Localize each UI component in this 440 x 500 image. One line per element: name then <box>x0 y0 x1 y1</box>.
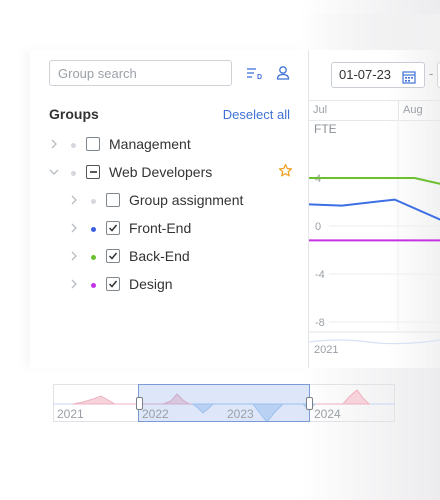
range-handle-right[interactable] <box>305 397 313 410</box>
month-label: Aug <box>403 104 423 116</box>
deselect-all-link[interactable]: Deselect all <box>223 107 290 122</box>
series-line-back-end <box>309 177 440 185</box>
chevron-down-icon[interactable] <box>49 167 59 179</box>
timeline-navigator[interactable]: 2021 2022 2023 2024 <box>53 384 395 422</box>
tree-row-design[interactable]: Design <box>30 275 308 297</box>
star-icon[interactable] <box>278 163 293 181</box>
mini-year-label: 2021 <box>314 344 339 356</box>
date-separator: - <box>429 66 434 81</box>
year-label: 2024 <box>314 407 341 421</box>
tree-row-group-assignment[interactable]: Group assignment <box>30 191 308 213</box>
year-label: 2022 <box>142 407 169 421</box>
group-label: Back-End <box>129 248 190 264</box>
fte-line-chart: 40-4-8 <box>309 120 440 345</box>
group-checkbox[interactable] <box>86 137 100 151</box>
person-icon[interactable] <box>274 64 292 82</box>
sort-descending-icon[interactable]: D <box>246 64 264 82</box>
date-from-value: 01-07-23 <box>339 67 392 82</box>
group-checkbox-checked[interactable] <box>106 249 120 263</box>
group-label: Management <box>109 136 191 152</box>
y-tick-label: 0 <box>315 221 321 233</box>
navigator-sparkline <box>53 384 395 422</box>
group-color-dot <box>91 283 96 288</box>
year-label: 2021 <box>57 407 84 421</box>
y-tick-label: -4 <box>315 269 325 281</box>
group-checkbox[interactable] <box>106 193 120 207</box>
series-line-front-end <box>309 198 440 221</box>
year-label: 2023 <box>227 407 254 421</box>
group-color-dot <box>91 199 96 204</box>
tree-row-back-end[interactable]: Back-End <box>30 247 308 269</box>
group-search-input[interactable]: Group search <box>49 60 232 86</box>
tree-row-management[interactable]: Management <box>30 135 308 157</box>
group-color-dot <box>71 143 76 148</box>
tree-row-front-end[interactable]: Front-End <box>30 219 308 241</box>
calendar-icon[interactable] <box>402 68 416 92</box>
chevron-right-icon[interactable] <box>70 223 78 236</box>
group-label: Design <box>129 276 173 292</box>
svg-text:D: D <box>257 74 262 81</box>
date-from-field[interactable]: 01-07-23 <box>331 62 425 88</box>
group-label: Front-End <box>129 220 192 236</box>
group-color-dot <box>91 255 96 260</box>
y-tick-label: -8 <box>315 317 325 329</box>
group-checkbox-checked[interactable] <box>106 277 120 291</box>
month-divider <box>398 101 399 120</box>
month-axis: Jul Aug <box>309 100 440 121</box>
group-checkbox-checked[interactable] <box>106 221 120 235</box>
fte-chart-panel: 01-07-23 - Jul Aug FTE 4 0 -4 -8 2021 <box>308 50 440 368</box>
top-toolbar-fade <box>300 14 440 50</box>
group-color-dot <box>71 171 76 176</box>
chevron-right-icon[interactable] <box>50 139 58 152</box>
groups-heading: Groups <box>49 106 99 122</box>
chevron-right-icon[interactable] <box>70 195 78 208</box>
group-label: Group assignment <box>129 192 244 208</box>
tree-row-web-developers[interactable]: Web Developers <box>30 163 308 185</box>
group-label: Web Developers <box>109 164 213 180</box>
month-label: Jul <box>313 104 328 116</box>
range-handle-left[interactable] <box>135 397 143 410</box>
group-checkbox-partial[interactable] <box>86 165 100 179</box>
groups-panel: Group search D Groups Deselect all Manag… <box>30 50 308 368</box>
chevron-right-icon[interactable] <box>70 251 78 264</box>
chevron-right-icon[interactable] <box>70 279 78 292</box>
group-color-dot <box>91 227 96 232</box>
